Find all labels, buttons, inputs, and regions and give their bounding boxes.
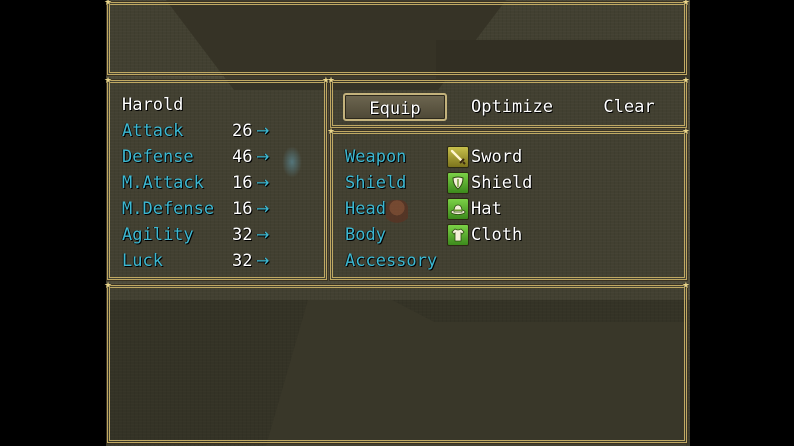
- right-arrow-icon: →: [256, 199, 270, 218]
- stat-value-defense: 46: [232, 147, 253, 167]
- stat-label-defense: Defense: [122, 147, 194, 167]
- slot-item-body: Cloth: [471, 225, 523, 245]
- stat-label-mattack: M.Attack: [122, 173, 204, 193]
- slot-label-head: Head: [345, 199, 386, 219]
- equip-slot-window: Weapon Sword Shield Shield Head Hat Body…: [327, 128, 690, 281]
- item-list-window: [104, 282, 690, 444]
- stat-value-mdefense: 16: [232, 199, 253, 219]
- slot-label-shield: Shield: [345, 173, 407, 193]
- stat-label-agility: Agility: [122, 225, 194, 245]
- equip-command-label: Equip: [369, 99, 421, 119]
- right-arrow-icon: →: [256, 147, 270, 166]
- stat-value-mattack: 16: [232, 173, 253, 193]
- stat-label-mdefense: M.Defense: [122, 199, 215, 219]
- slot-label-accessory: Accessory: [345, 251, 438, 271]
- right-arrow-icon: →: [256, 173, 270, 192]
- shield-icon: [447, 172, 469, 194]
- slot-label-weapon: Weapon: [345, 147, 407, 167]
- slot-item-weapon: Sword: [471, 147, 523, 167]
- right-arrow-icon: →: [256, 225, 270, 244]
- status-window: Harold Attack 26 → Defense 46 → M.Attack…: [104, 77, 330, 281]
- stat-value-luck: 32: [232, 251, 253, 271]
- right-arrow-icon: →: [256, 121, 270, 140]
- slot-item-head: Hat: [471, 199, 502, 219]
- command-window: Equip Optimize Clear: [327, 77, 690, 129]
- sword-icon: [447, 146, 469, 168]
- stat-value-attack: 26: [232, 121, 253, 141]
- slot-item-shield: Shield: [471, 173, 533, 193]
- hat-icon: [447, 198, 469, 220]
- slot-label-body: Body: [345, 225, 386, 245]
- actor-name: Harold: [122, 95, 184, 115]
- stat-label-attack: Attack: [122, 121, 184, 141]
- stat-label-luck: Luck: [122, 251, 163, 271]
- right-arrow-icon: →: [256, 251, 270, 270]
- stat-value-agility: 32: [232, 225, 253, 245]
- help-window: [104, 0, 690, 76]
- optimize-command-label: Optimize: [471, 97, 553, 117]
- clear-command[interactable]: Clear: [579, 93, 679, 121]
- equip-command[interactable]: Equip: [343, 93, 447, 121]
- cloth-icon: [447, 224, 469, 246]
- optimize-command[interactable]: Optimize: [453, 93, 571, 121]
- clear-command-label: Clear: [603, 97, 655, 117]
